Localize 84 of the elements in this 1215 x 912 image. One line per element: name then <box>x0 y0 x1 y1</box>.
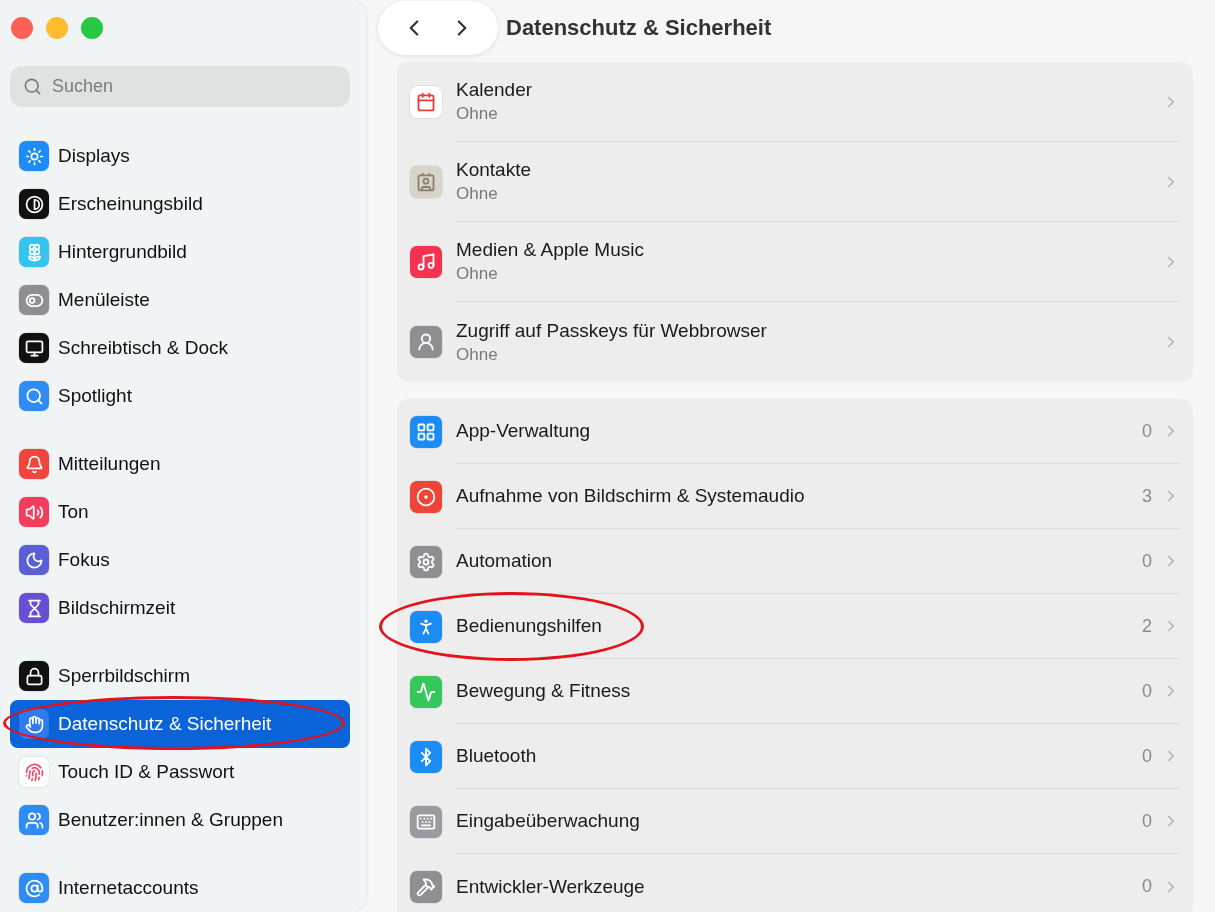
close-button[interactable] <box>11 17 33 39</box>
row-subtitle: Ohne <box>456 184 499 204</box>
sidebar-item[interactable]: Bildschirmzeit <box>10 584 350 632</box>
bell-icon <box>19 449 49 479</box>
sidebar-item[interactable]: Touch ID & Passwort <box>10 748 350 796</box>
settings-row[interactable]: Entwickler-Werkzeuge 0 <box>410 854 1180 912</box>
row-title: Kontakte <box>456 159 532 181</box>
row-title: Bedienungshilfen <box>456 615 603 637</box>
row-title: Bewegung & Fitness <box>456 680 632 702</box>
sidebar-item[interactable]: Internetaccounts <box>10 864 350 912</box>
settings-row[interactable]: Eingabeüberwachung 0 <box>410 789 1180 854</box>
monitor-icon <box>19 333 49 363</box>
settings-row[interactable]: Bedienungshilfen 2 <box>410 594 1180 659</box>
settings-row[interactable]: Bewegung & Fitness 0 <box>410 659 1180 724</box>
settings-row[interactable]: Automation 0 <box>410 529 1180 594</box>
settings-row[interactable]: Bluetooth 0 <box>410 724 1180 789</box>
count-label: 3 <box>1142 485 1152 507</box>
sidebar-item[interactable]: Displays <box>10 132 350 180</box>
person-icon <box>410 326 442 358</box>
sidebar-item[interactable]: Datenschutz & Sicherheit <box>10 700 350 748</box>
fingerprint-icon <box>19 757 49 787</box>
row-title: Zugriff auf Passkeys für Webbrowser <box>456 319 768 342</box>
people-icon <box>19 805 49 835</box>
settings-row[interactable]: Aufnahme von Bildschirm & Systemaudio 3 <box>410 464 1180 529</box>
search-field[interactable]: Suchen <box>10 66 350 107</box>
row-title: Entwickler-Werkzeuge <box>456 875 646 898</box>
sidebar-item[interactable]: Menüleiste <box>10 276 350 324</box>
minimize-button[interactable] <box>46 17 68 39</box>
sidebar-item[interactable]: Hintergrundbild <box>10 228 350 276</box>
count-label: 0 <box>1142 876 1152 897</box>
settings-row[interactable]: Kalender Ohne <box>410 62 1180 142</box>
count-label: 0 <box>1142 745 1152 767</box>
row-title: Aufnahme von Bildschirm & Systemaudio <box>456 485 806 507</box>
speaker-icon <box>19 497 49 527</box>
count-label: 0 <box>1142 420 1152 442</box>
row-title: App-Verwaltung <box>456 420 592 442</box>
search-icon <box>23 77 42 96</box>
calendar-icon <box>410 86 442 118</box>
count-label: 0 <box>1142 810 1152 832</box>
row-title: Bluetooth <box>456 745 538 767</box>
count-label: 0 <box>1142 550 1152 572</box>
settings-row[interactable]: App-Verwaltung 0 <box>410 399 1180 464</box>
sidebar-item[interactable]: Benutzer:innen & Gruppen <box>10 796 350 844</box>
hammer-icon <box>410 870 442 903</box>
sidebar-item[interactable]: Sperrbildschirm <box>10 652 350 700</box>
settings-row[interactable]: Kontakte Ohne <box>410 142 1180 222</box>
grid-icon <box>410 415 442 448</box>
row-title: Kalender <box>456 79 534 101</box>
sidebar-item[interactable]: Spotlight <box>10 372 350 420</box>
moon-icon <box>19 545 49 575</box>
at-sign-icon <box>19 873 49 903</box>
sidebar-item[interactable]: Schreibtisch & Dock <box>10 324 350 372</box>
row-title: Automation <box>456 550 554 572</box>
contrast-icon <box>19 189 49 219</box>
count-label: 2 <box>1142 615 1152 637</box>
zoom-button[interactable] <box>81 17 103 39</box>
row-subtitle: Ohne <box>456 104 499 124</box>
settings-row[interactable]: Medien & Apple Music Ohne <box>410 222 1180 302</box>
sun-icon <box>19 141 49 171</box>
row-title: Eingabeüberwachung <box>456 810 641 832</box>
count-label: 0 <box>1142 680 1152 702</box>
settings-row[interactable]: Zugriff auf Passkeys für Webbrowser Ohne <box>410 302 1180 382</box>
search-icon <box>19 381 49 411</box>
bluetooth-icon <box>410 740 442 773</box>
sidebar-item[interactable]: Fokus <box>10 536 350 584</box>
row-subtitle: Ohne <box>456 264 499 284</box>
sidebar-item[interactable]: Ton <box>10 488 350 536</box>
keyboard-icon <box>410 805 442 838</box>
record-icon <box>410 480 442 513</box>
activity-icon <box>410 675 442 708</box>
hourglass-icon <box>19 593 49 623</box>
contact-card-icon <box>410 166 442 198</box>
gear-icon <box>410 545 442 578</box>
sidebar-item[interactable]: Erscheinungsbild <box>10 180 350 228</box>
row-subtitle: Ohne <box>456 344 499 365</box>
accessibility-icon <box>410 610 442 643</box>
lock-icon <box>19 661 49 691</box>
page-title: Datenschutz & Sicherheit <box>506 15 772 41</box>
music-note-icon <box>410 246 442 278</box>
row-title: Medien & Apple Music <box>456 239 645 261</box>
hand-icon <box>19 709 49 739</box>
sidebar-item[interactable]: Mitteilungen <box>10 440 350 488</box>
toggle-icon <box>19 285 49 315</box>
flower-icon <box>19 237 49 267</box>
